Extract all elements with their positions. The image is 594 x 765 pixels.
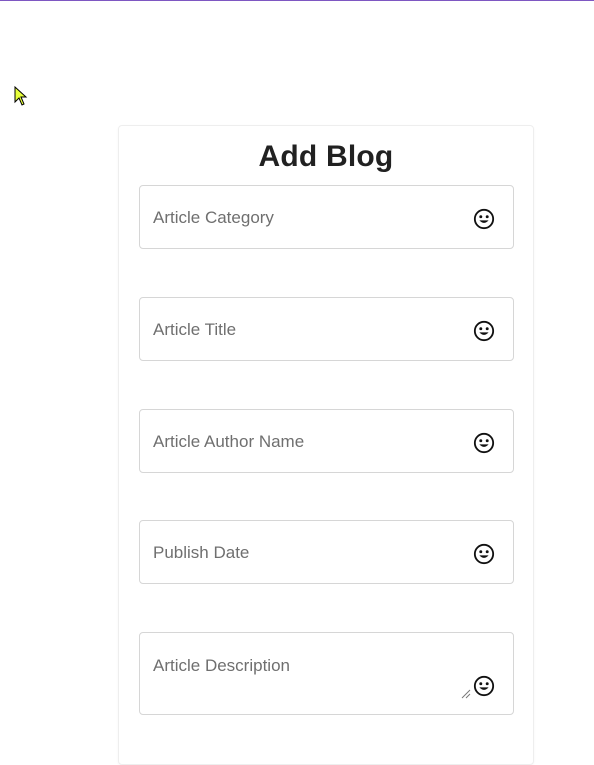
article-category-placeholder: Article Category — [153, 208, 274, 227]
mouse-cursor-icon — [14, 86, 28, 106]
page-title: Add Blog — [258, 140, 394, 173]
article-category-field[interactable]: Article Category — [139, 185, 514, 249]
publish-date-placeholder: Publish Date — [153, 543, 250, 562]
emoji-smile-icon[interactable] — [473, 320, 495, 342]
article-title-field[interactable]: Article Title — [139, 297, 514, 361]
article-author-name-field[interactable]: Article Author Name — [139, 409, 514, 473]
article-author-name-placeholder: Article Author Name — [153, 432, 305, 451]
emoji-smile-icon[interactable] — [473, 432, 495, 454]
publish-date-field[interactable]: Publish Date — [139, 520, 514, 584]
emoji-smile-icon[interactable] — [473, 675, 495, 697]
emoji-smile-icon[interactable] — [473, 208, 495, 230]
resize-grip-icon[interactable] — [461, 689, 471, 699]
emoji-smile-icon[interactable] — [473, 543, 495, 565]
top-accent-line — [0, 0, 594, 1]
article-title-placeholder: Article Title — [153, 320, 237, 339]
article-description-placeholder: Article Description — [153, 656, 290, 675]
article-description-textarea[interactable]: Article Description — [139, 632, 514, 715]
